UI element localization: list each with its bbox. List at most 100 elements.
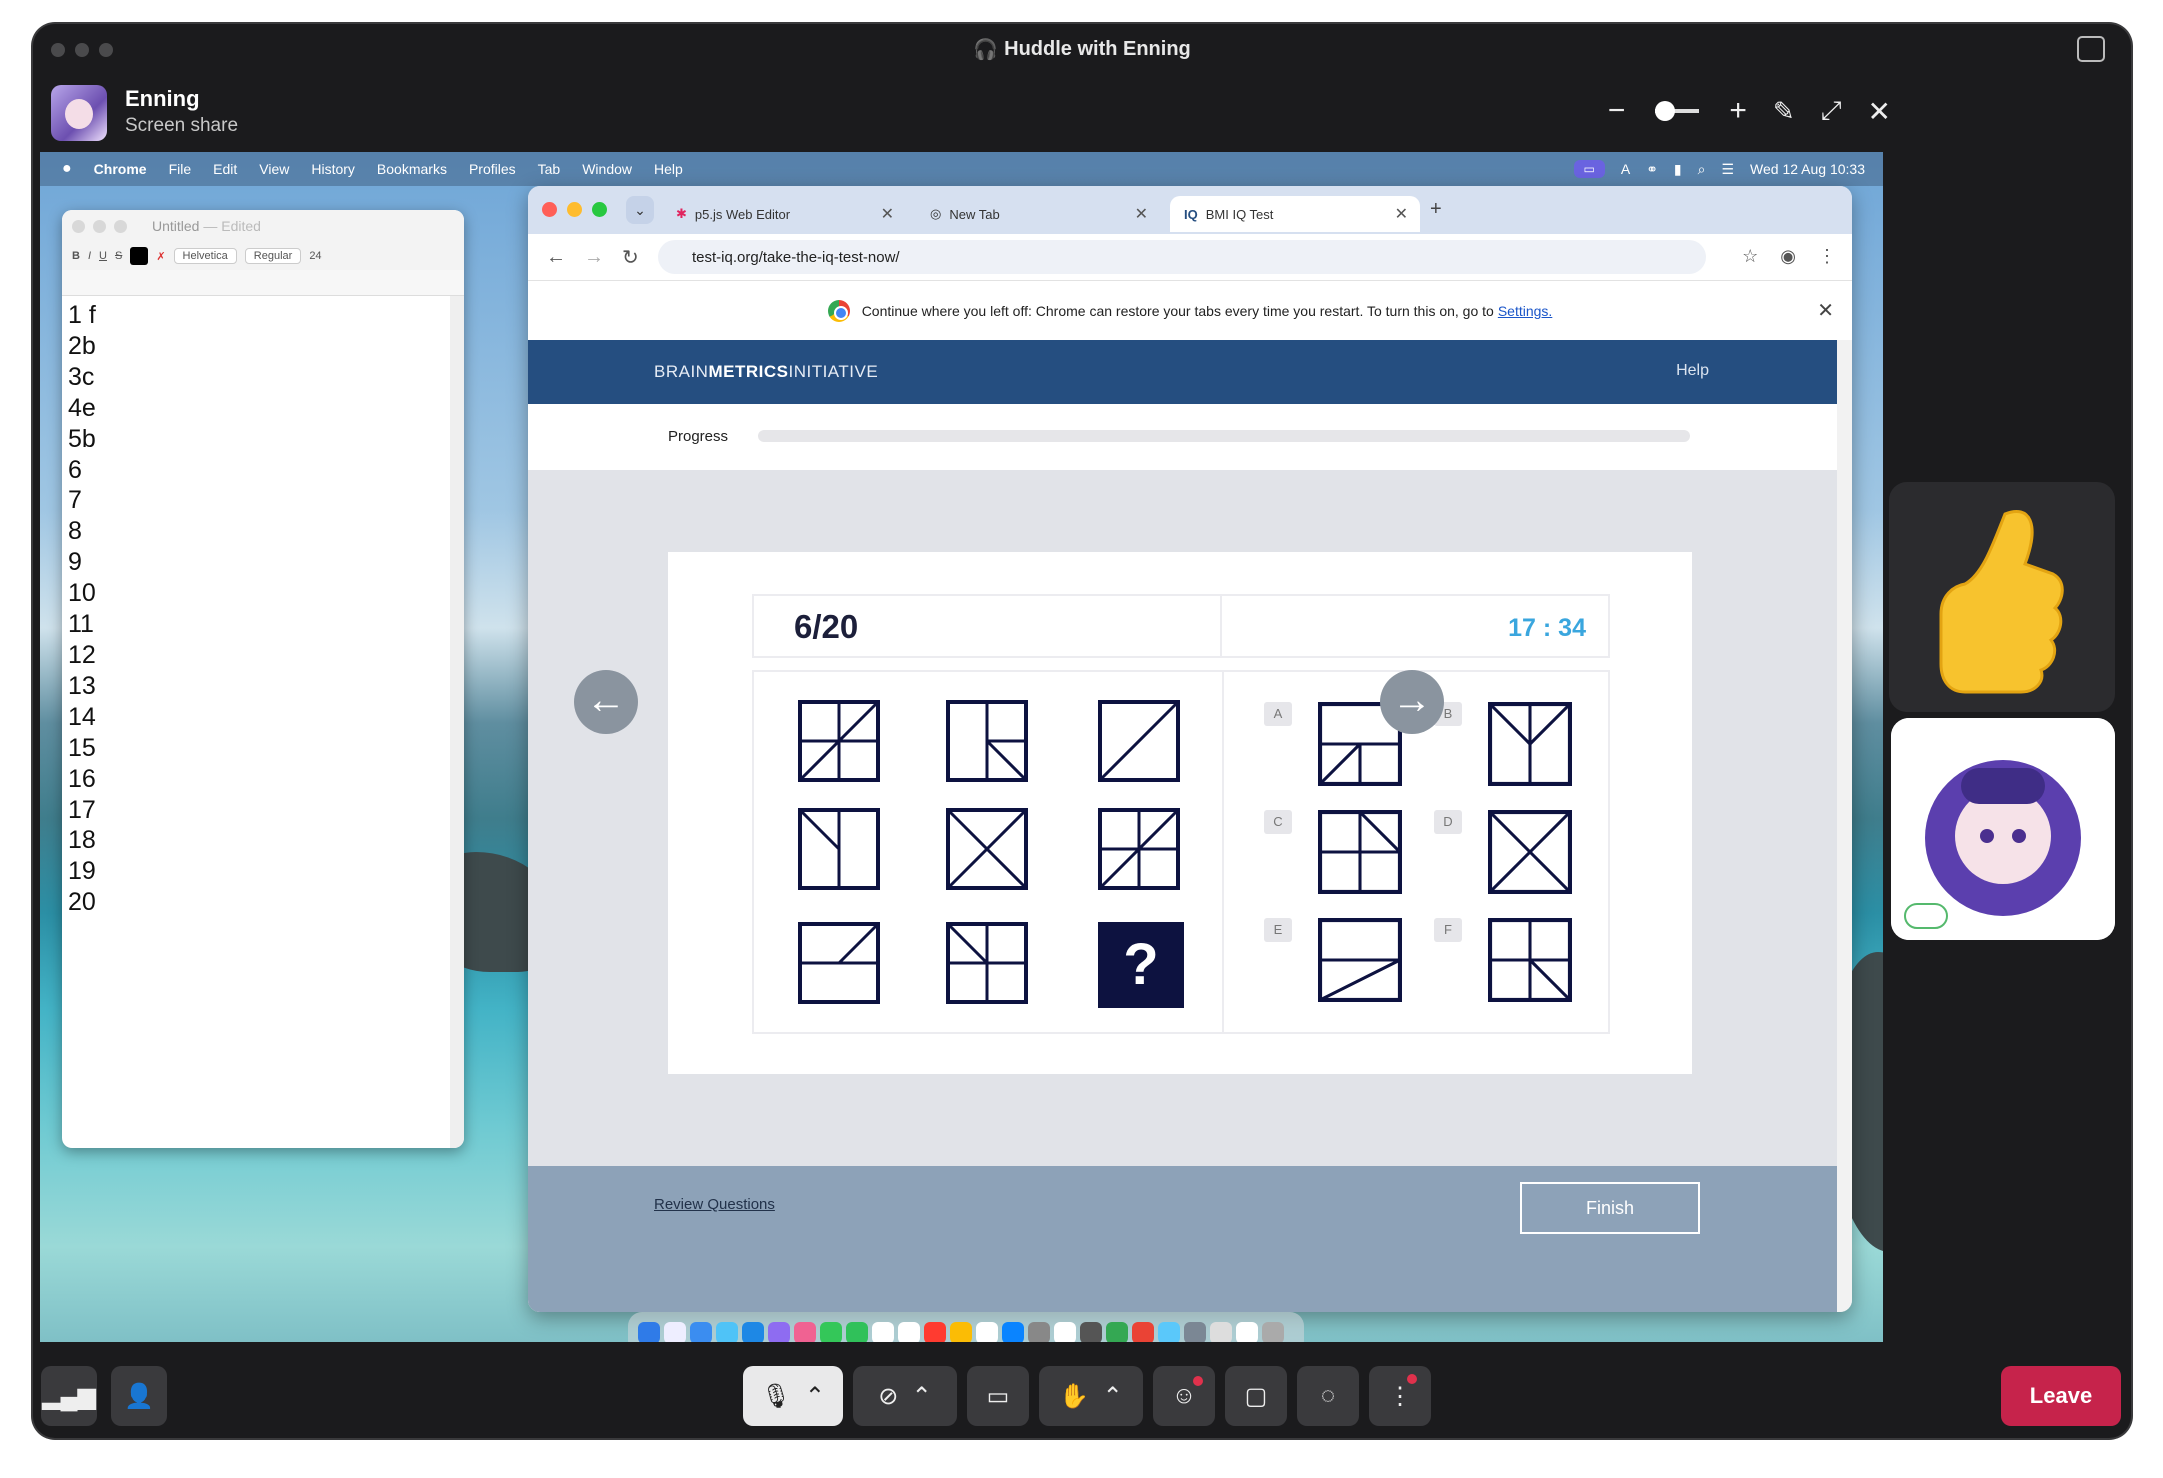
menu-edit[interactable]: Edit: [213, 161, 237, 177]
chevron-up-icon[interactable]: ⌃: [1103, 1382, 1123, 1411]
popout-icon[interactable]: [2077, 36, 2105, 62]
dock-app-icon[interactable]: [950, 1322, 972, 1342]
raise-hand-button[interactable]: ✋ ⌃: [1039, 1366, 1143, 1426]
zoom-in-icon[interactable]: +: [1729, 94, 1747, 128]
dock-app-icon[interactable]: [1262, 1322, 1284, 1342]
menu-tab[interactable]: Tab: [538, 161, 561, 177]
italic-icon[interactable]: I: [88, 250, 91, 262]
dock-app-icon[interactable]: [872, 1322, 894, 1342]
menu-file[interactable]: File: [169, 161, 192, 177]
option-c[interactable]: [1318, 810, 1402, 894]
dock-app-icon[interactable]: [1028, 1322, 1050, 1342]
help-link[interactable]: Help: [1676, 362, 1709, 380]
option-d[interactable]: [1488, 810, 1572, 894]
menu-app[interactable]: Chrome: [94, 161, 147, 177]
chrome-window-controls[interactable]: [542, 202, 607, 217]
close-icon[interactable]: ✕: [1135, 204, 1148, 224]
bold-icon[interactable]: B: [72, 250, 80, 262]
control-center-icon[interactable]: ☰: [1721, 161, 1734, 178]
dock-app-icon[interactable]: [1080, 1322, 1102, 1342]
chevron-up-icon[interactable]: ⌃: [912, 1382, 932, 1411]
ruler[interactable]: [62, 270, 464, 296]
close-icon[interactable]: ✕: [1817, 298, 1834, 323]
prev-arrow-button[interactable]: ←: [574, 670, 638, 734]
menu-view[interactable]: View: [259, 161, 289, 177]
draw-icon[interactable]: ✎: [1773, 96, 1795, 127]
more-icon[interactable]: ⋮: [1369, 1366, 1431, 1426]
apple-icon[interactable]: ●: [62, 160, 72, 178]
dock-app-icon[interactable]: [1184, 1322, 1206, 1342]
battery-icon[interactable]: ▮: [1674, 161, 1682, 178]
dock-app-icon[interactable]: [924, 1322, 946, 1342]
sticker-icon[interactable]: ▢: [1225, 1366, 1287, 1426]
add-person-icon[interactable]: 👤: [111, 1366, 167, 1426]
mic-button[interactable]: 🎙 ⌃: [743, 1366, 843, 1426]
menu-help[interactable]: Help: [654, 161, 683, 177]
tab-new[interactable]: ◎ New Tab ✕: [916, 196, 1160, 232]
video-button[interactable]: ⊘ ⌃: [853, 1366, 957, 1426]
input-icon[interactable]: A: [1621, 161, 1630, 177]
site-logo[interactable]: BRAINMETRICSINITIATIVE: [654, 362, 878, 382]
menu-profiles[interactable]: Profiles: [469, 161, 516, 177]
dock-app-icon[interactable]: [1054, 1322, 1076, 1342]
close-icon[interactable]: ✕: [881, 204, 894, 224]
link-icon[interactable]: ⚭: [1646, 161, 1658, 178]
scrollbar[interactable]: [450, 296, 464, 1148]
tab-bmi[interactable]: IQ BMI IQ Test ✕: [1170, 196, 1420, 232]
signal-icon[interactable]: ▂▄▆: [41, 1366, 97, 1426]
back-icon[interactable]: ←: [546, 246, 566, 269]
settings-link[interactable]: Settings.: [1498, 303, 1552, 319]
dock-app-icon[interactable]: [1210, 1322, 1232, 1342]
zoom-slider[interactable]: [1655, 101, 1700, 121]
size-select[interactable]: 24: [309, 250, 321, 262]
dock-app-icon[interactable]: [690, 1322, 712, 1342]
finish-button[interactable]: Finish: [1520, 1182, 1700, 1234]
profile-icon[interactable]: ◉: [1780, 246, 1796, 267]
window-controls[interactable]: [51, 43, 113, 57]
dock-app-icon[interactable]: [742, 1322, 764, 1342]
screen-share-icon[interactable]: ▭: [1573, 160, 1605, 178]
address-bar[interactable]: test-iq.org/take-the-iq-test-now/: [658, 240, 1706, 274]
chevron-up-icon[interactable]: ⌃: [805, 1382, 825, 1411]
style-select[interactable]: Regular: [244, 248, 302, 264]
close-icon[interactable]: ✕: [1395, 204, 1408, 224]
font-select[interactable]: Helvetica: [173, 248, 237, 264]
zoom-out-icon[interactable]: −: [1608, 94, 1626, 128]
menu-bookmarks[interactable]: Bookmarks: [377, 161, 447, 177]
leave-button[interactable]: Leave: [2001, 1366, 2121, 1426]
close-icon[interactable]: ✕: [1868, 95, 1891, 128]
screen-share-button[interactable]: ▭: [967, 1366, 1029, 1426]
menu-history[interactable]: History: [311, 161, 355, 177]
dock-app-icon[interactable]: [898, 1322, 920, 1342]
tab-p5js[interactable]: ✱ p5.js Web Editor ✕: [662, 196, 906, 232]
strike-icon[interactable]: S: [115, 250, 122, 262]
option-f[interactable]: [1488, 918, 1572, 1002]
dock-app-icon[interactable]: [794, 1322, 816, 1342]
clear-format-icon[interactable]: ✗: [156, 250, 165, 263]
page-scrollbar[interactable]: [1837, 340, 1852, 1312]
review-questions-link[interactable]: Review Questions: [654, 1196, 775, 1213]
document-body[interactable]: 1 f 2b 3c 4e 5b 6 7 8 9 10 11 12 13 14 15 16 17 18 19 20: [62, 296, 464, 922]
forward-icon[interactable]: →: [584, 246, 604, 269]
menu-kebab-icon[interactable]: ⋮: [1818, 246, 1836, 267]
dock-app-icon[interactable]: [1236, 1322, 1258, 1342]
dock-app-icon[interactable]: [1106, 1322, 1128, 1342]
dock-app-icon[interactable]: [1132, 1322, 1154, 1342]
option-b[interactable]: [1488, 702, 1572, 786]
search-icon[interactable]: ⌕: [1698, 161, 1706, 178]
menu-window[interactable]: Window: [582, 161, 632, 177]
new-tab-icon[interactable]: +: [1430, 198, 1442, 221]
dock-app-icon[interactable]: [664, 1322, 686, 1342]
dock-app-icon[interactable]: [768, 1322, 790, 1342]
tab-search-icon[interactable]: ⌄: [626, 196, 654, 224]
chat-icon[interactable]: ◌: [1297, 1366, 1359, 1426]
option-e[interactable]: [1318, 918, 1402, 1002]
textedit-controls[interactable]: [72, 220, 127, 233]
reaction-button[interactable]: ☺: [1153, 1366, 1215, 1426]
dock-app-icon[interactable]: [820, 1322, 842, 1342]
dock-app-icon[interactable]: [976, 1322, 998, 1342]
dock-app-icon[interactable]: [846, 1322, 868, 1342]
dock-app-icon[interactable]: [638, 1322, 660, 1342]
next-arrow-button[interactable]: →: [1380, 670, 1444, 734]
bookmark-star-icon[interactable]: ☆: [1742, 246, 1758, 267]
